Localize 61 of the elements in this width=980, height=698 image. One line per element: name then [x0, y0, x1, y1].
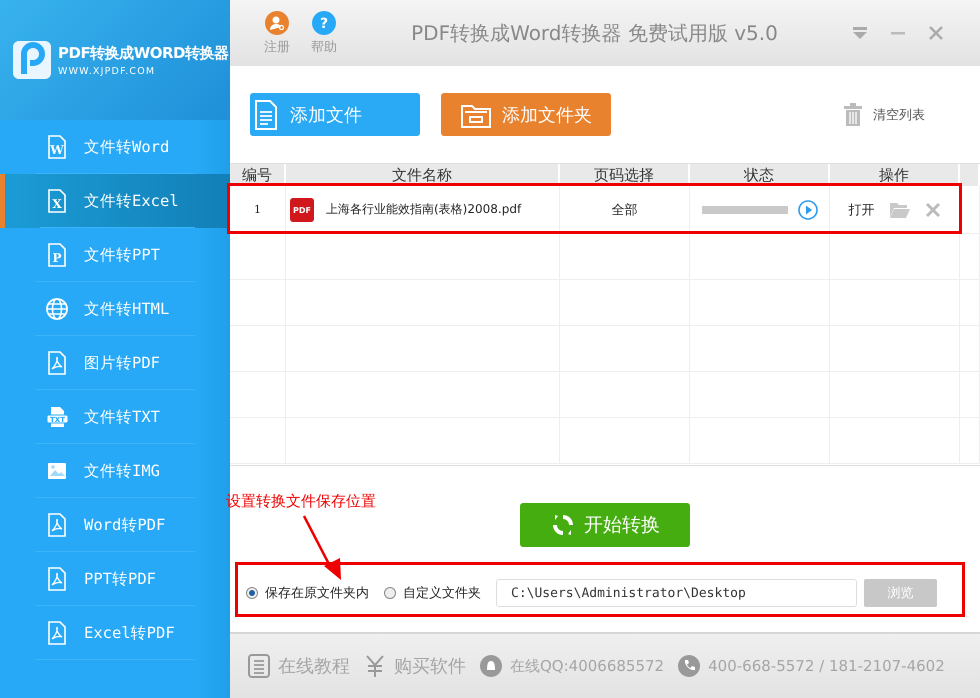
toolbar-button[interactable]: 注册 [264, 10, 290, 56]
excel-document-icon: X [46, 189, 68, 213]
sidebar-item[interactable]: P 文件转PPT [0, 228, 230, 282]
sidebar-item[interactable]: W 文件转Word [0, 120, 230, 174]
clear-list-button[interactable]: 清空列表 [843, 102, 925, 126]
footer-link[interactable]: 在线教程 [248, 654, 350, 678]
refresh-icon [550, 512, 576, 538]
user-icon [265, 10, 289, 34]
radio-label[interactable]: 保存在原文件夹内 [265, 584, 369, 602]
pdf-document-icon [46, 567, 68, 591]
penguin-icon [480, 654, 502, 678]
table-cell [230, 326, 286, 372]
file-name: 上海各行业能效指南(表格)2008.pdf [326, 201, 522, 218]
pdf-file-icon: PDF [290, 198, 314, 222]
phone-icon [678, 654, 700, 678]
pdf-document-icon [46, 351, 68, 375]
document-icon [248, 654, 270, 678]
yen-icon [364, 654, 386, 678]
toolbar-button[interactable]: ? 帮助 [311, 10, 337, 56]
website-url: WWW.XJPDF.COM [58, 66, 156, 76]
table-cell [230, 418, 286, 464]
app-name: PDF转换成WORD转换器 [58, 44, 228, 62]
path-field[interactable]: C:\Users\Administrator\Desktop [496, 579, 857, 607]
table-cell [960, 234, 980, 280]
word-document-icon: W [46, 135, 68, 159]
sidebar-item[interactable]: Excel转PDF [0, 606, 230, 660]
pdf-document-icon [46, 513, 68, 537]
start-conversion-button[interactable]: 开始转换 [520, 503, 690, 547]
close-icon [928, 26, 944, 40]
dropdown-menu-icon [852, 26, 868, 40]
globe-icon [46, 297, 68, 321]
sidebar-item[interactable]: PPT转PDF [0, 552, 230, 606]
table-cell [960, 186, 980, 234]
footer-link[interactable]: 在线QQ:4006685572 [480, 654, 664, 678]
footer-link[interactable]: 400-668-5572 / 181-2107-4602 [678, 654, 945, 678]
sidebar-item[interactable]: 文件转HTML [0, 282, 230, 336]
table-cell [230, 372, 286, 418]
document-icon [254, 100, 278, 130]
delete-icon[interactable] [924, 202, 940, 218]
logo-icon [12, 40, 52, 80]
folder-icon[interactable] [888, 200, 910, 218]
window-title: PDF转换成Word转换器 免费试用版 v5.0 [410, 20, 779, 46]
radio-button[interactable] [246, 587, 258, 599]
footer-link[interactable]: 购买软件 [364, 654, 466, 678]
pdf-document-icon [46, 621, 68, 645]
table-cell: 1 [230, 186, 286, 234]
sidebar-item[interactable]: 图片转PDF [0, 336, 230, 390]
add-file-button[interactable]: 添加文件 [250, 93, 420, 136]
help-icon: ? [312, 10, 336, 34]
table-cell: 全部 [560, 186, 690, 234]
radio-label[interactable]: 自定义文件夹 [403, 584, 481, 602]
ppt-document-icon: P [46, 243, 68, 267]
play-button[interactable] [798, 200, 818, 220]
open-link[interactable]: 打开 [848, 200, 874, 218]
trash-icon [843, 102, 863, 126]
add-folder-button[interactable]: 添加文件夹 [441, 93, 611, 136]
table-cell [230, 234, 286, 280]
table-cell [230, 280, 286, 326]
radio-button[interactable] [384, 587, 396, 599]
table-cell [960, 418, 980, 464]
sidebar-item[interactable]: X 文件转Excel [0, 174, 230, 228]
